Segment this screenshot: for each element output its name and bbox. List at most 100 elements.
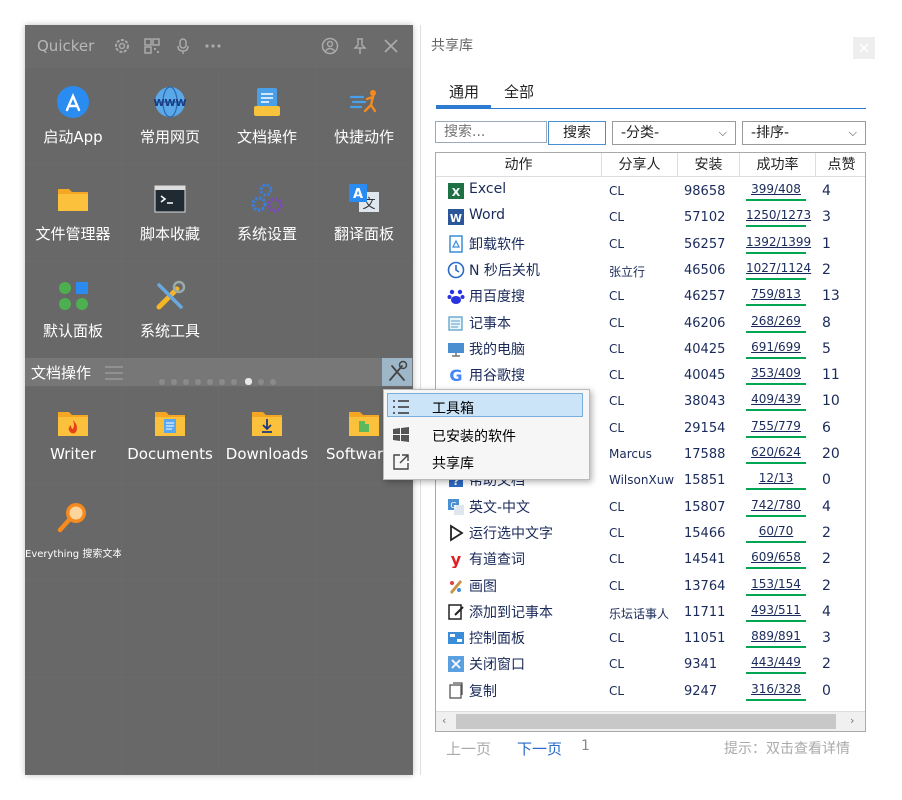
table-row[interactable]: 复制 CL 9247 316/328 0	[436, 678, 865, 704]
scrollbar-thumb[interactable]	[456, 714, 836, 729]
page-dot[interactable]	[270, 379, 276, 385]
row-success-rate[interactable]: 493/511	[746, 603, 806, 617]
row-likes: 0	[822, 682, 831, 699]
column-header-success-rate[interactable]: 成功率	[740, 153, 816, 177]
page-dot[interactable]	[183, 379, 189, 385]
next-page-link[interactable]: 下一页	[517, 738, 562, 759]
row-success-rate[interactable]: 889/891	[746, 629, 806, 643]
page-dot[interactable]	[159, 379, 165, 385]
tile-websites[interactable]: WWW 常用网页	[122, 68, 218, 164]
tab-common[interactable]: 通用	[449, 81, 479, 102]
tile-quick-actions[interactable]: 快捷动作	[316, 68, 412, 164]
microphone-icon[interactable]	[174, 37, 192, 55]
prev-page-link[interactable]: 上一页	[446, 738, 491, 759]
row-success-rate[interactable]: 609/658	[746, 550, 806, 564]
menu-item-toolbox[interactable]: 工具箱	[384, 393, 589, 420]
tile-system-tools[interactable]: 系统工具	[122, 262, 218, 358]
tile-everything-search[interactable]: Everything 搜索文本	[25, 484, 121, 580]
tile-system-settings[interactable]: 系统设置	[219, 165, 315, 261]
search-button[interactable]: 搜索	[548, 121, 606, 145]
page-dot[interactable]	[258, 379, 264, 385]
row-success-rate[interactable]: 12/13	[746, 471, 806, 485]
table-row[interactable]: X Excel CL 98658 399/408 4	[436, 178, 865, 204]
row-success-rate[interactable]: 443/449	[746, 655, 806, 669]
table-row[interactable]: 关闭窗口 CL 9341 443/449 2	[436, 651, 865, 677]
row-success-rate[interactable]: 691/699	[746, 340, 806, 354]
row-success-rate[interactable]: 268/269	[746, 314, 806, 328]
tile-label: Writer	[50, 445, 96, 463]
page-dot-active[interactable]	[245, 378, 252, 385]
tile-writer[interactable]: Writer	[25, 387, 121, 483]
column-header-action[interactable]: 动作	[436, 153, 602, 177]
column-header-likes[interactable]: 点赞	[816, 153, 865, 177]
table-row[interactable]: 控制面板 CL 11051 889/891 3	[436, 625, 865, 651]
window-close-button[interactable]	[853, 37, 875, 59]
menu-item-shared-library[interactable]: 共享库	[384, 448, 589, 475]
table-row[interactable]: 运行选中文字 CL 15466 60/70 2	[436, 520, 865, 546]
scroll-left-icon[interactable]: ‹	[442, 714, 446, 727]
table-row[interactable]: G 用谷歌搜 CL 40045 353/409 11	[436, 362, 865, 388]
scroll-right-icon[interactable]: ›	[850, 714, 854, 727]
row-success-rate[interactable]: 755/779	[746, 419, 806, 433]
row-success-rate[interactable]: 399/408	[746, 182, 806, 196]
page-dot[interactable]	[207, 379, 213, 385]
tile-documents[interactable]: Documents	[122, 387, 218, 483]
column-header-sharer[interactable]: 分享人	[602, 153, 678, 177]
category-select[interactable]: -分类- ⌵	[612, 121, 736, 145]
row-success-rate[interactable]: 1027/1124	[746, 261, 811, 275]
row-success-rate[interactable]: 742/780	[746, 498, 806, 512]
table-row[interactable]: y 有道查词 CL 14541 609/658 2	[436, 546, 865, 572]
page-dot[interactable]	[231, 379, 237, 385]
more-icon[interactable]	[204, 37, 222, 55]
row-success-rate[interactable]: 353/409	[746, 366, 806, 380]
pin-icon[interactable]	[351, 37, 369, 55]
row-installs: 40425	[684, 341, 726, 357]
success-rate-bar	[746, 540, 806, 543]
toolbox-button[interactable]	[382, 358, 412, 386]
menu-item-installed-software[interactable]: 已安装的软件	[384, 421, 589, 448]
row-success-rate[interactable]: 153/154	[746, 577, 806, 591]
tile-file-manager[interactable]: 文件管理器	[25, 165, 121, 261]
row-success-rate[interactable]: 1392/1399	[746, 235, 811, 249]
hamburger-icon[interactable]	[105, 365, 123, 380]
table-row[interactable]: 卸载软件 CL 56257 1392/1399 1	[436, 231, 865, 257]
table-row[interactable]: 画图 CL 13764 153/154 2	[436, 573, 865, 599]
row-success-rate[interactable]: 759/813	[746, 287, 806, 301]
row-action-name: Excel	[469, 181, 507, 197]
page-dot[interactable]	[219, 379, 225, 385]
tile-translate-panel[interactable]: 文A 翻译面板	[316, 165, 412, 261]
row-likes: 2	[822, 551, 831, 568]
row-success-rate[interactable]: 316/328	[746, 682, 806, 696]
page-dot[interactable]	[171, 379, 177, 385]
windows-icon	[391, 425, 411, 445]
hint-text: 提示：双击查看详情	[724, 741, 850, 757]
table-row[interactable]: 添加到记事本 乐坛话事人 11711 493/511 4	[436, 599, 865, 625]
row-success-rate[interactable]: 1250/1273	[746, 208, 811, 222]
tile-default-panel[interactable]: 默认面板	[25, 262, 121, 358]
qr-code-icon[interactable]	[143, 37, 161, 55]
table-row[interactable]: W Word CL 57102 1250/1273 3	[436, 204, 865, 230]
table-row[interactable]: 记事本 CL 46206 268/269 8	[436, 310, 865, 336]
gear-icon[interactable]	[113, 37, 131, 55]
horizontal-scrollbar[interactable]: ‹ ›	[436, 711, 865, 731]
table-row[interactable]: 用百度搜 CL 46257 759/813 13	[436, 283, 865, 309]
category-select-value: -分类-	[621, 125, 660, 141]
tile-scripts[interactable]: 脚本收藏	[122, 165, 218, 261]
column-header-installs[interactable]: 安装	[678, 153, 740, 177]
tile-launch-app[interactable]: 启动App	[25, 68, 121, 164]
tile-doc-ops[interactable]: 文档操作	[219, 68, 315, 164]
row-success-rate[interactable]: 60/70	[746, 524, 806, 538]
user-icon[interactable]	[321, 37, 339, 55]
table-row[interactable]: N 秒后关机 张立行 46506 1027/1124 2	[436, 257, 865, 283]
tile-downloads[interactable]: Downloads	[219, 387, 315, 483]
close-icon[interactable]	[382, 37, 400, 55]
page-dot[interactable]	[195, 379, 201, 385]
sort-select[interactable]: -排序- ⌵	[742, 121, 866, 145]
table-row[interactable]: G 英文-中文 CL 15807 742/780 4	[436, 494, 865, 520]
toolbox-context-menu: 工具箱 已安装的软件 共享库	[383, 389, 590, 480]
table-row[interactable]: 我的电脑 CL 40425 691/699 5	[436, 336, 865, 362]
row-success-rate[interactable]: 409/439	[746, 392, 806, 406]
row-success-rate[interactable]: 620/624	[746, 445, 806, 459]
tab-all[interactable]: 全部	[504, 81, 534, 102]
search-input[interactable]	[435, 121, 547, 143]
